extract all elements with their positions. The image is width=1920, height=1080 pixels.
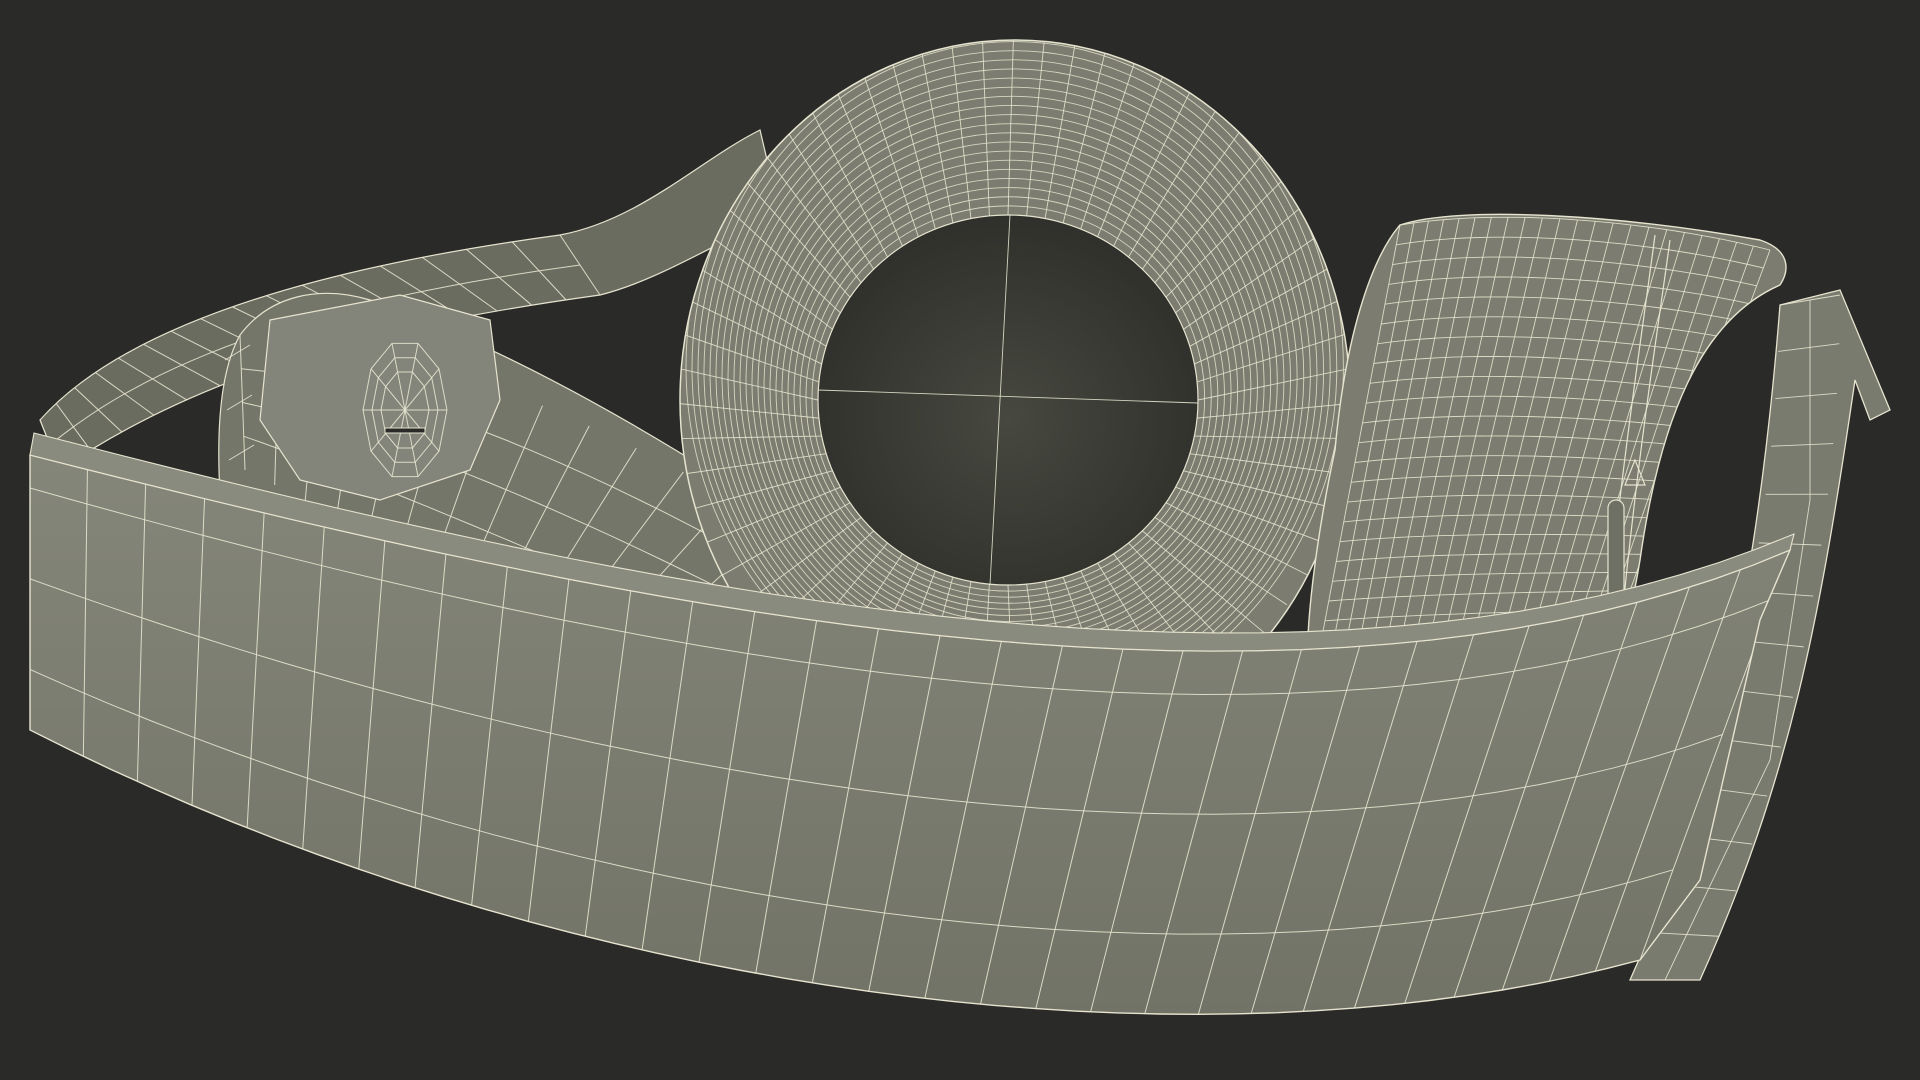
speaker-cavity [817, 214, 1199, 586]
headphones-wireframe-model [29, 39, 1891, 1016]
hinge-knob [259, 294, 501, 501]
render-viewport [0, 0, 1920, 1080]
